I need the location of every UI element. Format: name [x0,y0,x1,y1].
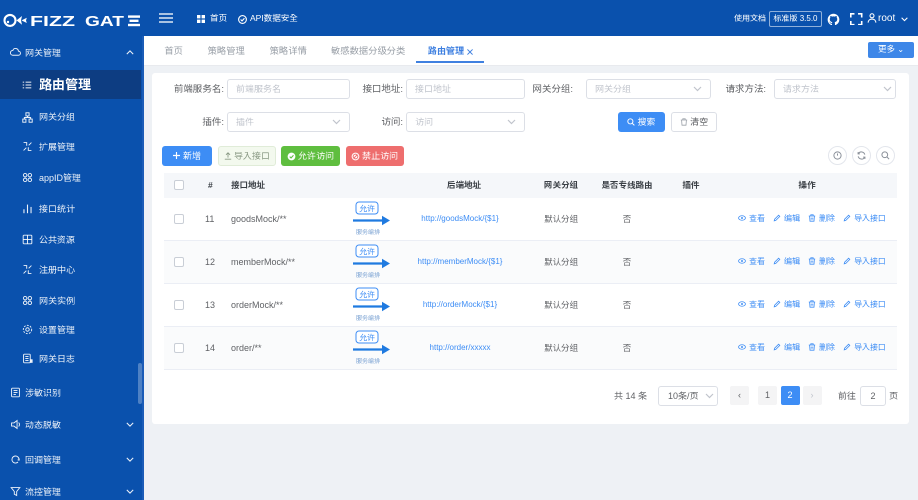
svg-text:GAT: GAT [85,14,124,30]
svg-text:FIZZ: FIZZ [30,14,75,30]
